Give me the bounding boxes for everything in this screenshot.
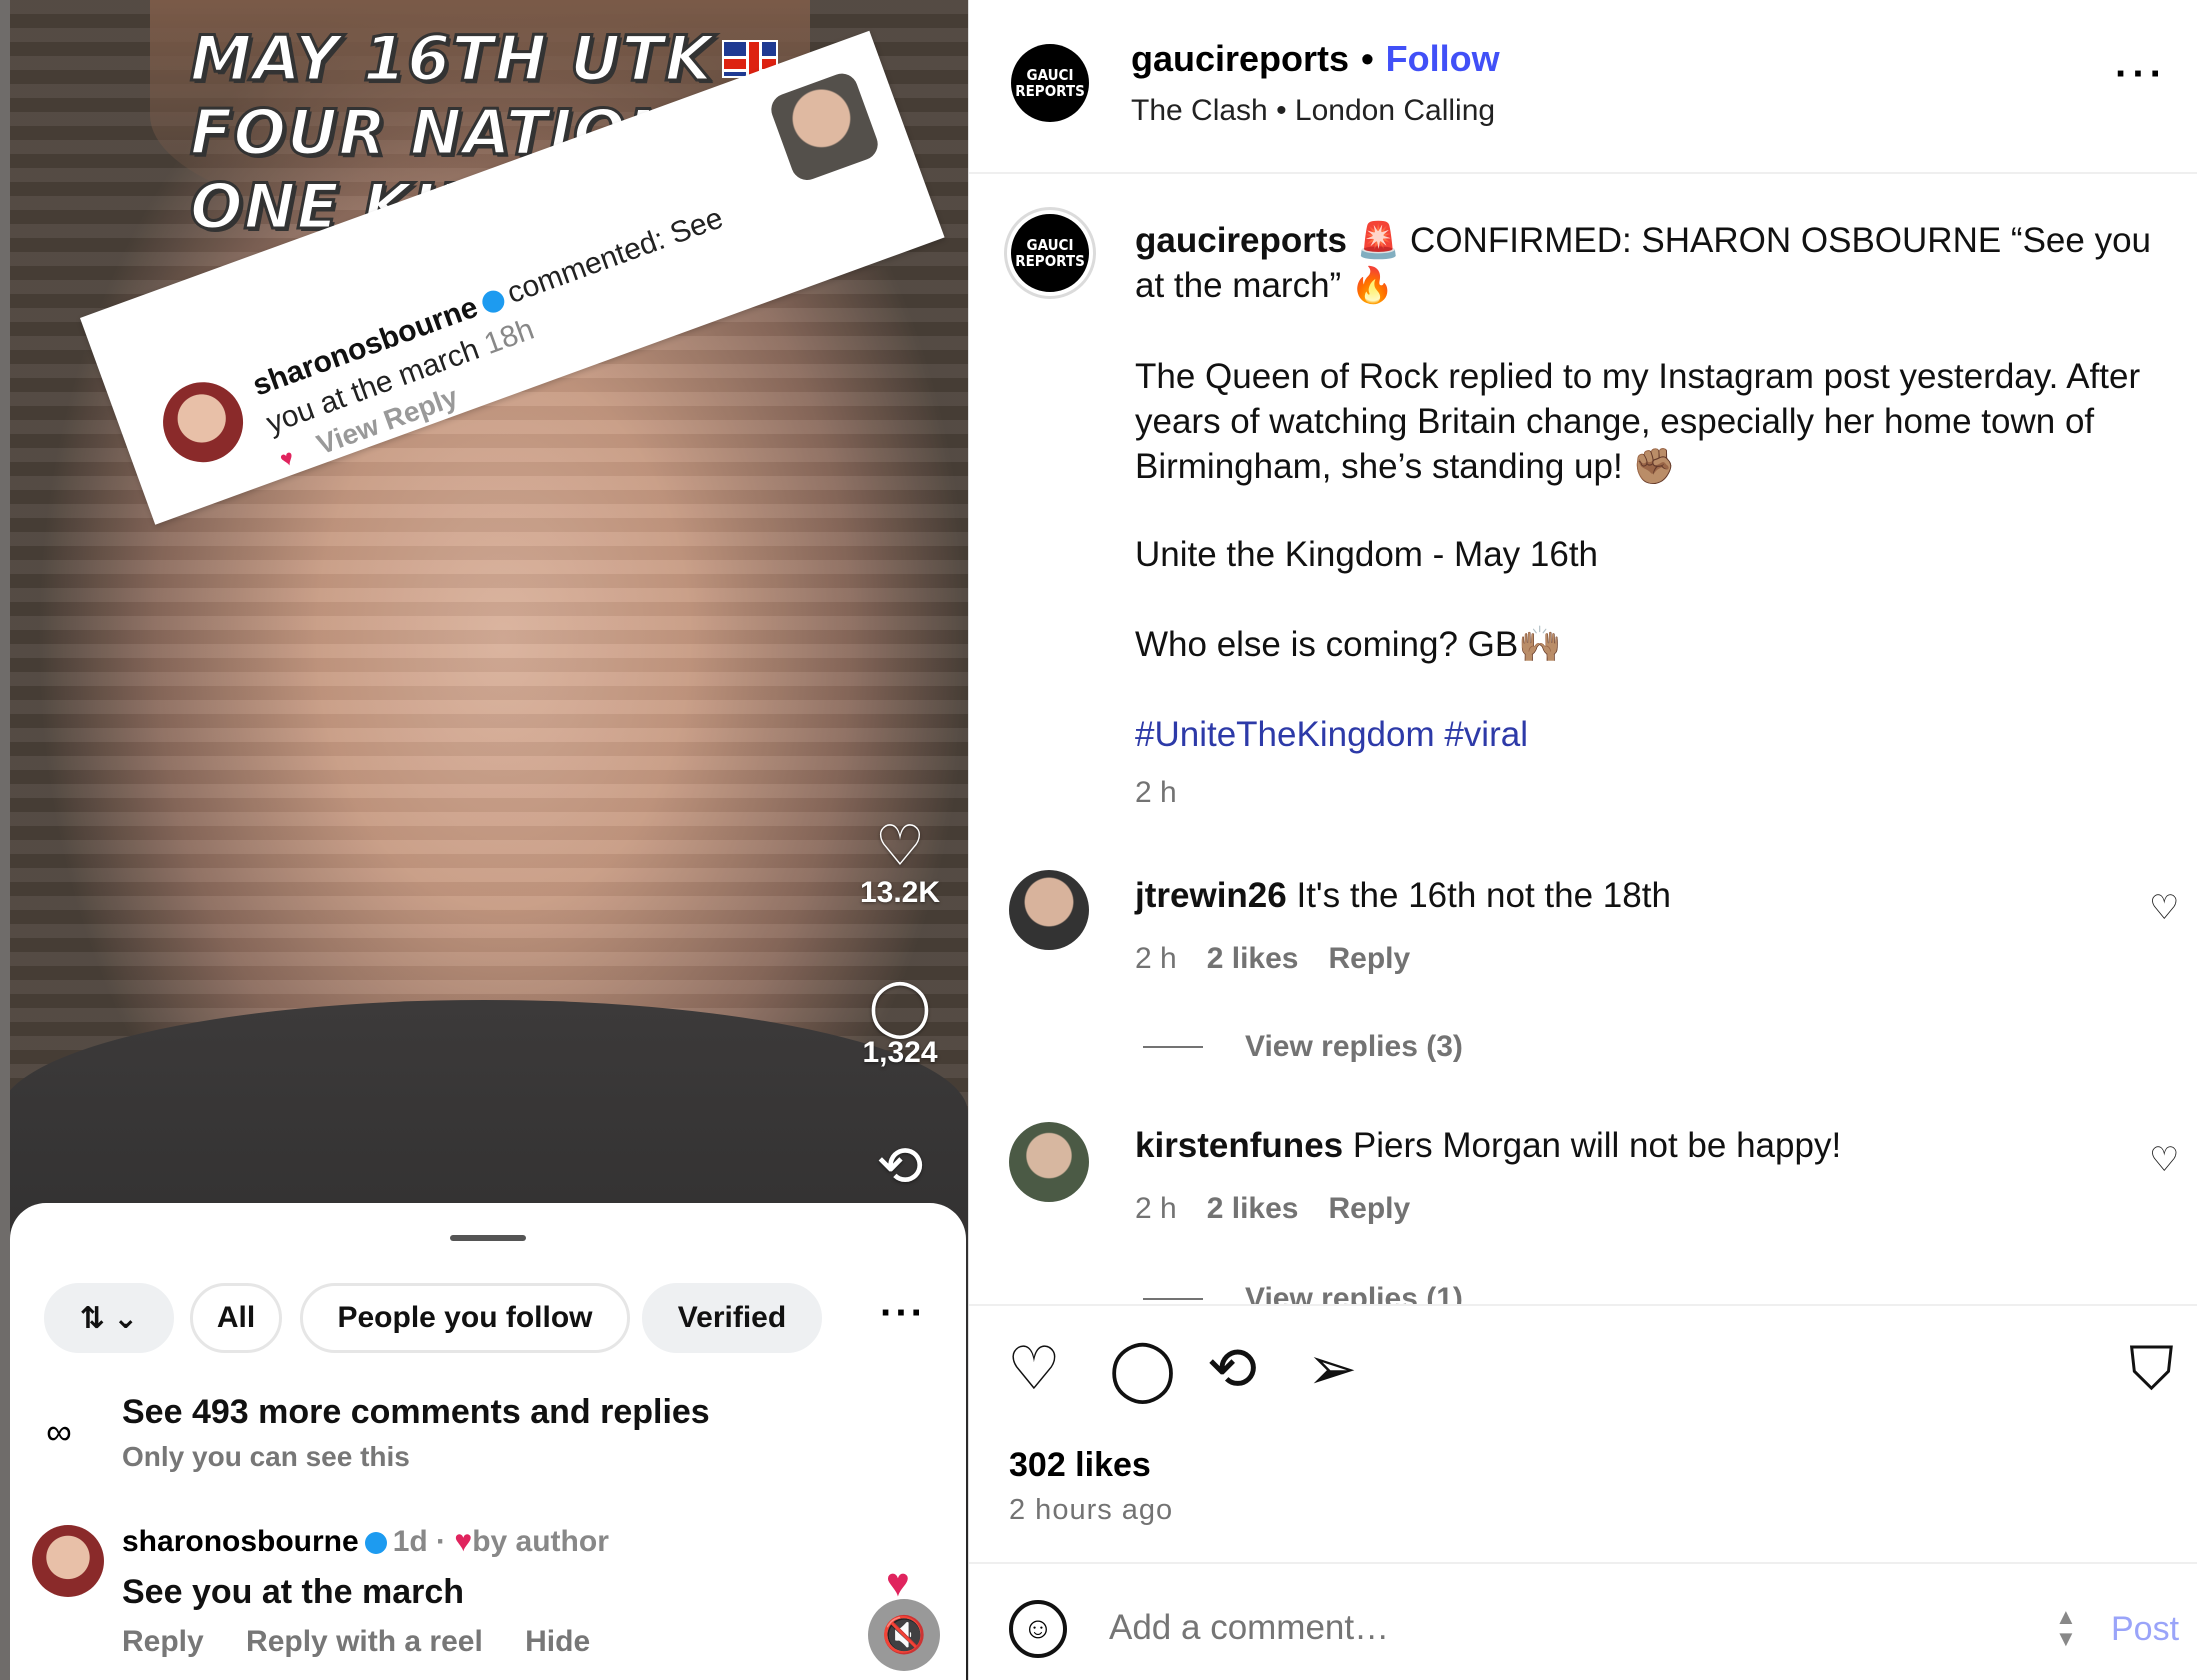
comment-likes[interactable]: 2 likes — [1207, 942, 1299, 975]
heart-icon: ♥ — [276, 444, 298, 473]
comments-clip: View replies (1) — [969, 1276, 2197, 1306]
more-comments-title[interactable]: See 493 more comments and replies — [122, 1393, 710, 1432]
add-comment-input[interactable] — [1109, 1608, 2009, 1648]
comment-text: See you at the march — [122, 1573, 465, 1611]
caption-author-avatar[interactable]: GAUCI REPORTS — [1007, 210, 1093, 296]
more-options-icon[interactable]: ··· — [880, 1291, 926, 1336]
post-comment-button[interactable]: Post — [2111, 1610, 2179, 1649]
comment-username[interactable]: jtrewin26 — [1135, 876, 1287, 915]
caption-paragraph: Who else is coming? GB🙌🏽 — [1135, 625, 1562, 664]
by-author-label: by author — [472, 1525, 609, 1558]
filter-people-you-follow-chip[interactable]: People you follow — [300, 1283, 630, 1353]
verified-badge-icon — [364, 1532, 387, 1555]
save-bookmark-icon[interactable]: ⛉ — [2129, 1334, 2174, 1404]
comment-action[interactable]: ◯ 1,324 — [850, 976, 950, 1070]
divider — [969, 172, 2197, 174]
post-header: gaucireports • Follow — [1131, 38, 1500, 79]
resize-handle-icon[interactable]: ▲ ▼ — [2055, 1606, 2077, 1650]
like-heart-icon[interactable]: ♡ — [1007, 1334, 1061, 1404]
video-edge — [0, 0, 10, 1680]
comment-line: jtrewin26 It's the 16th not the 18th — [1135, 876, 1671, 916]
card-thumbnail — [766, 69, 883, 185]
post-details-panel: GAUCI REPORTS gaucireports • Follow The Cl… — [968, 0, 2197, 1680]
comment-text: Piers Morgan will not be happy! — [1352, 1126, 1842, 1165]
reply-with-reel-button[interactable]: Reply with a reel — [246, 1625, 483, 1658]
repost-action[interactable]: ⟲ — [850, 1136, 950, 1196]
meta-logo-icon: ∞ — [46, 1411, 72, 1452]
sheet-grab-handle[interactable] — [450, 1235, 526, 1241]
audio-track[interactable]: The Clash • London Calling — [1131, 94, 1495, 128]
sort-button[interactable]: ⇅ ⌄ — [44, 1283, 174, 1353]
comments-sheet: ⇅ ⌄ All People you follow Verified ··· ∞… — [10, 1203, 966, 1680]
comment-line: kirstenfunes Piers Morgan will not be ha… — [1135, 1126, 1841, 1166]
comment-header: sharonosbourne 1d · ♥by author — [122, 1525, 609, 1558]
repost-icon: ⟲ — [876, 1134, 924, 1197]
reply-button[interactable]: Reply — [1328, 1192, 1410, 1225]
caption-first-line: gaucireports 🚨 CONFIRMED: SHARON OSBOURN… — [1135, 218, 2155, 308]
comments-count: 1,324 — [862, 1036, 938, 1069]
divider — [1143, 1298, 1203, 1300]
reply-button[interactable]: Reply — [1328, 942, 1410, 975]
comment-bubble-icon[interactable]: ◯ — [1109, 1334, 1176, 1404]
comment-time: 2 h — [1135, 1192, 1177, 1225]
reel-video[interactable]: MAY 16TH UTK FOUR NATIONS ONE KINGDOM sh… — [0, 0, 968, 1680]
heart-icon: ♥ — [454, 1525, 473, 1558]
heart-outline-icon: ♡ — [874, 814, 926, 877]
view-replies-button[interactable]: View replies (3) — [1245, 1030, 1463, 1064]
author-avatar[interactable]: GAUCI REPORTS — [1011, 44, 1089, 122]
filter-all-chip[interactable]: All — [190, 1283, 282, 1353]
verified-badge-icon — [478, 287, 508, 316]
caption-username[interactable]: gaucireports — [1135, 221, 1347, 260]
comment-actions: 2 h 2 likes Reply — [1135, 1192, 1440, 1226]
comment-text: It's the 16th not the 18th — [1296, 876, 1671, 915]
comment-username[interactable]: kirstenfunes — [1135, 1126, 1343, 1165]
avatar[interactable] — [1009, 870, 1089, 950]
comment-time: 2 h — [1135, 942, 1177, 975]
divider — [1143, 1046, 1203, 1048]
chevron-down-icon: ⌄ — [113, 1301, 139, 1335]
likes-count: 13.2K — [859, 876, 941, 909]
comment-time: 1d — [392, 1525, 428, 1558]
likes-count[interactable]: 302 likes — [1009, 1446, 1151, 1485]
emoji-icon[interactable]: ☺ — [1009, 1600, 1067, 1658]
view-replies-button[interactable]: View replies (1) — [1245, 1282, 1463, 1306]
comment-like-heart-icon[interactable]: ♡ — [2149, 888, 2179, 928]
author-username[interactable]: gaucireports — [1131, 38, 1349, 79]
comment-bubble-icon: ◯ — [868, 974, 932, 1037]
filter-verified-chip[interactable]: Verified — [642, 1283, 822, 1353]
caption-hashtags[interactable]: #UniteTheKingdom #viral — [1135, 712, 2155, 757]
avatar[interactable] — [1009, 1122, 1089, 1202]
mute-icon[interactable]: 🔇 — [868, 1599, 940, 1671]
avatar[interactable] — [32, 1525, 104, 1597]
more-comments-subtitle: Only you can see this — [122, 1441, 410, 1472]
comment-actions: 2 h 2 likes Reply — [1135, 942, 1440, 976]
caption-paragraph: The Queen of Rock replied to my Instagra… — [1135, 357, 2141, 486]
comment-likes[interactable]: 2 likes — [1207, 1192, 1299, 1225]
avatar — [151, 370, 255, 474]
like-action[interactable]: ♡ 13.2K — [850, 816, 950, 910]
follow-button[interactable]: Follow — [1386, 38, 1500, 79]
sort-icon: ⇅ — [79, 1301, 105, 1335]
more-options-icon[interactable]: ··· — [2115, 52, 2167, 97]
divider — [969, 1304, 2197, 1306]
divider — [969, 1562, 2197, 1564]
hide-button[interactable]: Hide — [525, 1625, 590, 1658]
comment-actions: Reply Reply with a reel Hide — [122, 1625, 624, 1659]
comment-username[interactable]: sharonosbourne — [122, 1525, 359, 1558]
post-time: 2 hours ago — [1009, 1494, 1174, 1526]
repost-icon[interactable]: ⟲ — [1207, 1334, 1257, 1404]
caption-paragraph: Unite the Kingdom - May 16th — [1135, 535, 1599, 574]
caption-time: 2 h — [1135, 776, 1177, 809]
reply-button[interactable]: Reply — [122, 1625, 204, 1658]
comment-like-heart-icon[interactable]: ♡ — [2149, 1140, 2179, 1180]
share-send-icon[interactable]: ➢ — [1307, 1334, 1357, 1404]
card-comment-text-a: commented: See — [502, 201, 728, 311]
